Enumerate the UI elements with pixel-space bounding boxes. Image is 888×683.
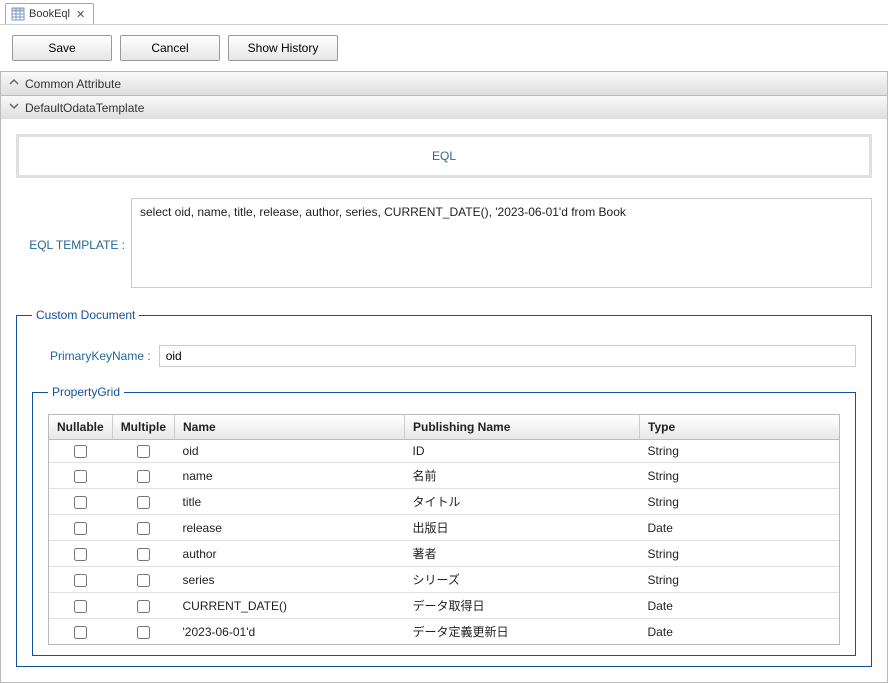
multiple-checkbox[interactable]: [137, 522, 150, 535]
tab-bookeql[interactable]: BookEql ✕: [5, 3, 94, 24]
nullable-checkbox[interactable]: [74, 522, 87, 535]
cell-name: author: [175, 541, 405, 567]
cell-type: String: [640, 567, 839, 593]
eql-template-row: EQL TEMPLATE :: [16, 198, 872, 288]
section-title: DefaultOdataTemplate: [25, 101, 144, 115]
cell-publishing-name: タイトル: [405, 489, 640, 515]
nullable-checkbox[interactable]: [74, 548, 87, 561]
table-row[interactable]: author著者String: [49, 541, 839, 567]
cell-type: String: [640, 489, 839, 515]
cell-type: Date: [640, 619, 839, 645]
col-type[interactable]: Type: [640, 415, 839, 440]
chevron-down-icon: [9, 101, 19, 114]
primary-key-input[interactable]: [159, 345, 856, 367]
cell-publishing-name: 名前: [405, 463, 640, 489]
custom-document-fieldset: Custom Document PrimaryKeyName : Propert…: [16, 308, 872, 667]
multiple-checkbox[interactable]: [137, 445, 150, 458]
property-grid: Nullable Multiple Name Publishing Name T…: [48, 414, 840, 645]
section-default-odata-template[interactable]: DefaultOdataTemplate: [1, 95, 887, 119]
chevron-up-icon: [9, 77, 19, 90]
multiple-checkbox[interactable]: [137, 574, 150, 587]
cell-type: String: [640, 463, 839, 489]
nullable-checkbox[interactable]: [74, 574, 87, 587]
section-body: EQL EQL TEMPLATE : Custom Document Prima…: [1, 119, 887, 682]
multiple-checkbox[interactable]: [137, 626, 150, 639]
col-name[interactable]: Name: [175, 415, 405, 440]
cell-publishing-name: 著者: [405, 541, 640, 567]
multiple-checkbox[interactable]: [137, 600, 150, 613]
cell-publishing-name: 出版日: [405, 515, 640, 541]
save-button[interactable]: Save: [12, 35, 112, 61]
multiple-checkbox[interactable]: [137, 548, 150, 561]
nullable-checkbox[interactable]: [74, 626, 87, 639]
grid-icon: [11, 7, 25, 21]
cell-name: title: [175, 489, 405, 515]
eql-template-label: EQL TEMPLATE :: [16, 198, 131, 252]
toolbar: Save Cancel Show History: [0, 25, 888, 71]
multiple-checkbox[interactable]: [137, 470, 150, 483]
nullable-checkbox[interactable]: [74, 600, 87, 613]
property-grid-fieldset: PropertyGrid Nullable Multiple Name Publ…: [32, 385, 856, 656]
close-icon[interactable]: ✕: [74, 8, 87, 21]
nullable-checkbox[interactable]: [74, 445, 87, 458]
primary-key-label: PrimaryKeyName :: [50, 349, 151, 363]
cell-publishing-name: ID: [405, 440, 640, 463]
property-grid-legend: PropertyGrid: [48, 385, 124, 399]
col-multiple[interactable]: Multiple: [112, 415, 174, 440]
eql-template-input[interactable]: [131, 198, 872, 288]
multiple-checkbox[interactable]: [137, 496, 150, 509]
cell-type: String: [640, 541, 839, 567]
table-row[interactable]: release出版日Date: [49, 515, 839, 541]
table-row[interactable]: '2023-06-01'dデータ定義更新日Date: [49, 619, 839, 645]
eql-heading: EQL: [16, 134, 872, 178]
table-row[interactable]: titleタイトルString: [49, 489, 839, 515]
cell-name: oid: [175, 440, 405, 463]
table-row[interactable]: seriesシリーズString: [49, 567, 839, 593]
section-common-attribute[interactable]: Common Attribute: [1, 71, 887, 95]
cell-type: String: [640, 440, 839, 463]
cell-name: '2023-06-01'd: [175, 619, 405, 645]
custom-document-legend: Custom Document: [32, 308, 139, 322]
cell-name: series: [175, 567, 405, 593]
cancel-button[interactable]: Cancel: [120, 35, 220, 61]
accordion: Common Attribute DefaultOdataTemplate EQ…: [0, 71, 888, 683]
col-nullable[interactable]: Nullable: [49, 415, 112, 440]
cell-publishing-name: データ定義更新日: [405, 619, 640, 645]
tab-bar: BookEql ✕: [0, 0, 888, 25]
table-row[interactable]: oidIDString: [49, 440, 839, 463]
cell-type: Date: [640, 515, 839, 541]
cell-name: release: [175, 515, 405, 541]
grid-header-row: Nullable Multiple Name Publishing Name T…: [49, 415, 839, 440]
nullable-checkbox[interactable]: [74, 470, 87, 483]
eql-heading-label: EQL: [432, 149, 456, 163]
cell-publishing-name: シリーズ: [405, 567, 640, 593]
cell-name: name: [175, 463, 405, 489]
table-row[interactable]: name名前String: [49, 463, 839, 489]
nullable-checkbox[interactable]: [74, 496, 87, 509]
show-history-button[interactable]: Show History: [228, 35, 338, 61]
section-title: Common Attribute: [25, 77, 121, 91]
tab-label: BookEql: [29, 8, 70, 20]
col-publishing-name[interactable]: Publishing Name: [405, 415, 640, 440]
primary-key-row: PrimaryKeyName :: [50, 345, 856, 367]
